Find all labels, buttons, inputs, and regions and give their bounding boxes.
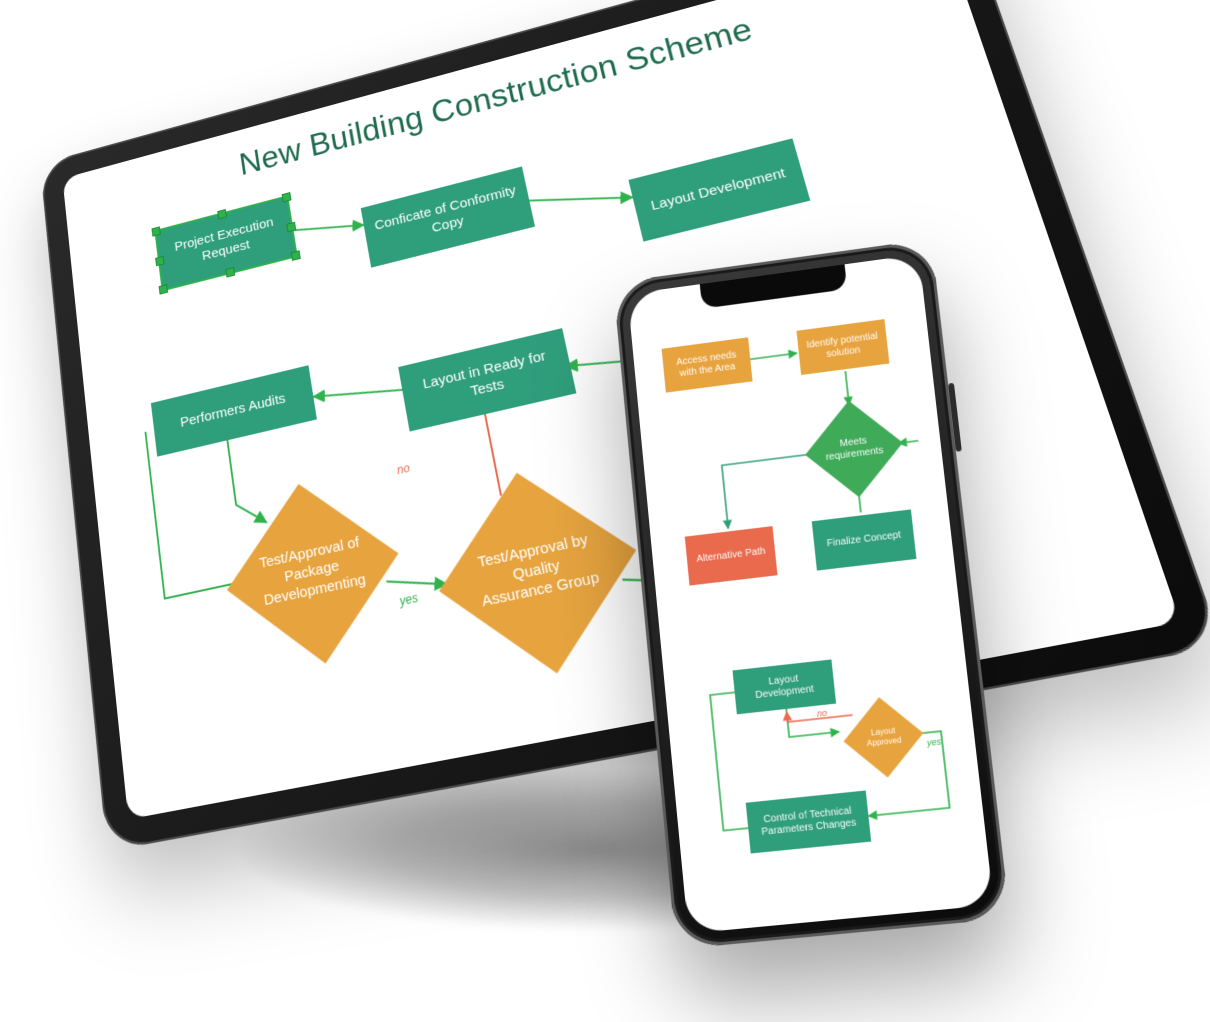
- node-performers-audits[interactable]: Performers Audits: [151, 365, 317, 456]
- node-label: Access needs with the Area: [668, 349, 745, 382]
- edge-label-yes: yes: [399, 591, 419, 609]
- node-alternative-path[interactable]: Alternative Path: [685, 526, 778, 585]
- node-label: Layout Development: [739, 670, 829, 704]
- edge-label-no: no: [816, 708, 827, 719]
- node-label: Identify potential solution: [803, 330, 882, 363]
- node-label: Control of Technical Parameters Changes: [753, 804, 864, 839]
- resize-handle-icon[interactable]: [155, 256, 164, 266]
- phone-device: Access needs with the Area Identify pote…: [605, 235, 1004, 946]
- edge-label-yes: yes: [926, 736, 941, 748]
- node-label: Layout Development: [649, 165, 787, 215]
- node-label: Meets requirements: [824, 433, 884, 464]
- resize-handle-icon[interactable]: [291, 250, 301, 261]
- node-label: Conficate of Conformity Copy: [372, 183, 523, 252]
- node-label: Alternative Path: [696, 546, 766, 566]
- node-label: Test/Approval by Quality Assurance Group: [472, 530, 603, 612]
- node-label: Performers Audits: [179, 390, 286, 432]
- node-confiscate-conformity-copy[interactable]: Conficate of Conformity Copy: [361, 166, 535, 267]
- node-meets-requirements[interactable]: Meets requirements: [805, 401, 903, 498]
- resize-handle-icon[interactable]: [225, 267, 235, 278]
- resize-handle-icon[interactable]: [286, 222, 296, 233]
- resize-handle-icon[interactable]: [159, 284, 168, 295]
- edge-label-no: no: [396, 461, 411, 477]
- resize-handle-icon[interactable]: [151, 226, 160, 236]
- node-access-needs[interactable]: Access needs with the Area: [662, 337, 753, 392]
- node-layout-development[interactable]: Layout Development: [628, 138, 810, 241]
- resize-handle-icon[interactable]: [282, 192, 292, 202]
- node-label: Layout Approved: [860, 725, 906, 749]
- node-project-execution-request[interactable]: Project Execution Request: [156, 197, 296, 289]
- node-label: Project Execution Request: [166, 213, 285, 274]
- node-control-technical-params[interactable]: Control of Technical Parameters Changes: [746, 790, 871, 853]
- stage: New Building Construction Scheme: [0, 0, 1210, 1022]
- node-identify-solution[interactable]: Identify potential solution: [796, 319, 889, 375]
- resize-handle-icon[interactable]: [217, 209, 227, 219]
